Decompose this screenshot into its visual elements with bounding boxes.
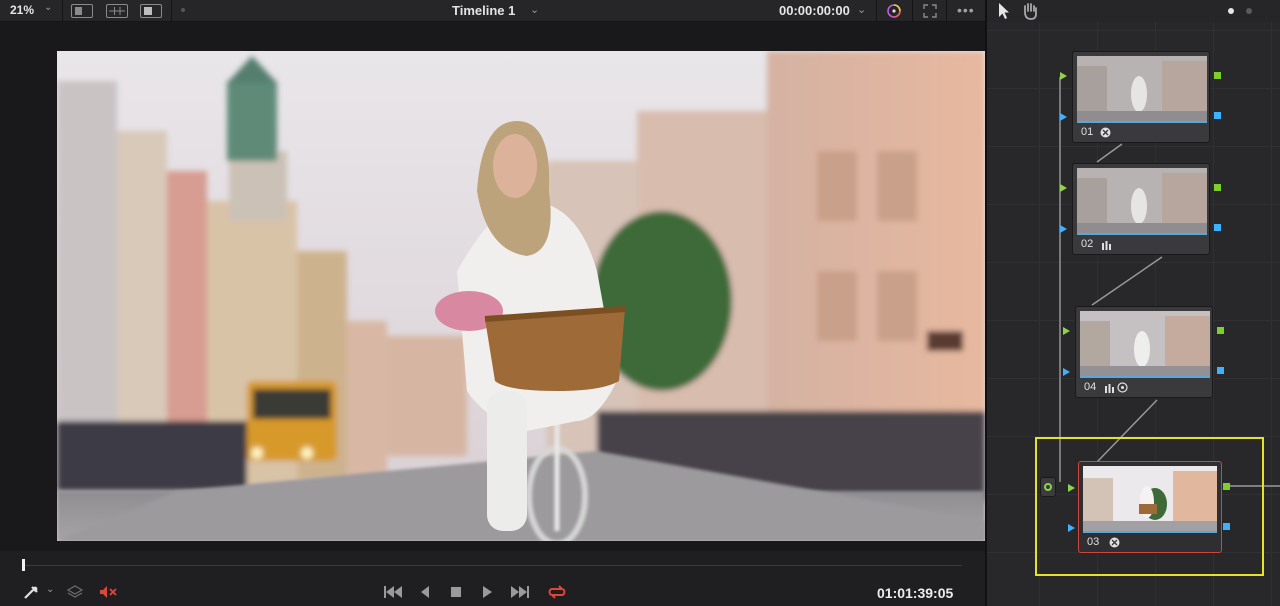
zoom-chevron-down-icon[interactable]: ⌄ bbox=[44, 2, 52, 13]
split-viewer-button[interactable] bbox=[140, 4, 162, 18]
source-input-node[interactable] bbox=[1040, 477, 1056, 497]
timecode-display[interactable]: 00:00:00:00 bbox=[779, 3, 850, 18]
timeline-chevron-down-icon[interactable]: ⌄ bbox=[530, 3, 539, 16]
single-viewer-button[interactable] bbox=[71, 4, 93, 18]
node-label: 01 bbox=[1081, 126, 1094, 138]
playback-timecode[interactable]: 01:01:39:05 bbox=[877, 585, 953, 601]
eyedropper-chevron-down-icon[interactable]: ⌄ bbox=[46, 584, 54, 600]
grain-icon bbox=[1100, 127, 1111, 138]
node-04-key-input-port[interactable] bbox=[1063, 368, 1070, 376]
toolbar-divider bbox=[62, 0, 63, 22]
scrub-track[interactable] bbox=[22, 565, 962, 566]
levels-icon bbox=[1105, 384, 1114, 393]
node-03-output-port[interactable] bbox=[1223, 483, 1230, 490]
indicator-dot-icon bbox=[181, 8, 185, 12]
node-01-key-output-port[interactable] bbox=[1214, 112, 1221, 119]
node-02-input-port[interactable] bbox=[1060, 184, 1067, 192]
gallery-viewer-button[interactable] bbox=[106, 4, 128, 18]
window-power-icon bbox=[1117, 382, 1128, 393]
toolbar-divider bbox=[912, 0, 913, 22]
scrub-bar[interactable] bbox=[0, 551, 986, 577]
node-thumbnail bbox=[1077, 168, 1207, 235]
node-01-key-input-port[interactable] bbox=[1060, 113, 1067, 121]
jump-to-start-icon[interactable] bbox=[382, 584, 404, 600]
mute-audio-icon[interactable] bbox=[98, 584, 120, 600]
node-label: 02 bbox=[1081, 238, 1094, 250]
node-02-key-output-port[interactable] bbox=[1214, 224, 1221, 231]
step-back-icon[interactable] bbox=[418, 584, 432, 600]
grain-icon bbox=[1109, 537, 1120, 548]
page-indicator-active[interactable] bbox=[1228, 8, 1234, 14]
node-02-key-input-port[interactable] bbox=[1060, 225, 1067, 233]
fullscreen-expand-icon[interactable] bbox=[922, 3, 938, 19]
node-thumbnail bbox=[1080, 311, 1210, 378]
zoom-level[interactable]: 21% bbox=[10, 3, 34, 17]
node-label: 04 bbox=[1084, 381, 1097, 393]
viewer-frame[interactable] bbox=[57, 51, 985, 541]
node-thumbnail bbox=[1077, 56, 1207, 123]
color-node-01[interactable]: 01 bbox=[1072, 51, 1210, 143]
toolbar-divider bbox=[876, 0, 877, 22]
node-01-input-port[interactable] bbox=[1060, 72, 1067, 80]
play-icon[interactable] bbox=[480, 584, 494, 600]
stop-icon[interactable] bbox=[449, 584, 463, 600]
loop-icon[interactable] bbox=[546, 584, 568, 600]
node-03-key-output-port[interactable] bbox=[1223, 523, 1230, 530]
color-node-04[interactable]: 04 bbox=[1075, 306, 1213, 398]
color-node-02[interactable]: 02 bbox=[1072, 163, 1210, 255]
node-04-input-port[interactable] bbox=[1063, 327, 1070, 335]
viewer-toolbar: 21% ⌄ Timeline 1 ⌄ 00:00:00:00 ⌄ ••• bbox=[0, 0, 986, 22]
timeline-title[interactable]: Timeline 1 bbox=[452, 3, 515, 18]
node-01-output-port[interactable] bbox=[1214, 72, 1221, 79]
jump-to-end-icon[interactable] bbox=[509, 584, 531, 600]
timecode-chevron-down-icon[interactable]: ⌄ bbox=[857, 3, 866, 16]
node-thumbnail bbox=[1083, 466, 1217, 533]
more-options-icon[interactable]: ••• bbox=[957, 2, 975, 18]
playhead-handle[interactable] bbox=[22, 559, 25, 571]
node-04-output-port[interactable] bbox=[1217, 327, 1224, 334]
page-indicator[interactable] bbox=[1246, 8, 1252, 14]
layers-icon[interactable] bbox=[66, 584, 84, 600]
levels-icon bbox=[1102, 241, 1111, 250]
node-02-output-port[interactable] bbox=[1214, 184, 1221, 191]
color-node-03[interactable]: 03 bbox=[1078, 461, 1222, 553]
pointer-tool-icon[interactable] bbox=[997, 2, 1011, 20]
node-label: 03 bbox=[1087, 536, 1100, 548]
video-frame-image bbox=[57, 51, 985, 541]
node-04-key-output-port[interactable] bbox=[1217, 367, 1224, 374]
toolbar-divider bbox=[946, 0, 947, 22]
toolbar-divider bbox=[171, 0, 172, 22]
eyedropper-icon[interactable] bbox=[22, 584, 40, 600]
color-wheel-icon[interactable] bbox=[885, 2, 903, 20]
hand-tool-icon[interactable] bbox=[1020, 1, 1040, 21]
node-03-input-port[interactable] bbox=[1068, 484, 1075, 492]
node-03-key-input-port[interactable] bbox=[1068, 524, 1075, 532]
